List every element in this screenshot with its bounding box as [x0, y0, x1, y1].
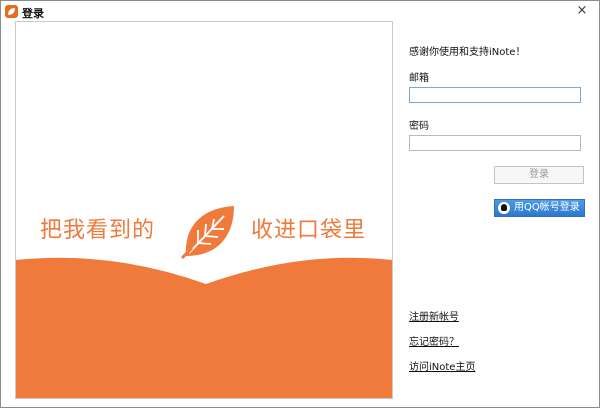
qq-login-button[interactable]: 用QQ帐号登录 — [494, 199, 585, 217]
slogan-right: 收进口袋里 — [251, 218, 367, 243]
qq-login-label: 用QQ帐号登录 — [514, 202, 580, 213]
app-logo-icon — [5, 5, 18, 18]
qq-penguin-icon — [498, 202, 510, 214]
password-label: 密码 — [409, 121, 429, 132]
login-button[interactable]: 登录 — [494, 166, 584, 184]
slogan-left: 把我看到的 — [40, 218, 156, 243]
register-link[interactable]: 注册新帐号 — [409, 308, 459, 323]
password-field[interactable] — [409, 135, 581, 151]
forgot-password-link[interactable]: 忘记密码？ — [409, 333, 459, 348]
leaf-icon — [180, 206, 234, 260]
visit-homepage-link[interactable]: 访问iNote主页 — [409, 358, 475, 373]
email-field[interactable] — [409, 87, 581, 103]
login-panel: 感谢你使用和支持iNote！ 邮箱 密码 登录 用QQ帐号登录 注册新帐号 忘记… — [409, 1, 589, 407]
email-label: 邮箱 — [409, 73, 429, 84]
login-window: 登录 × 把我看到的 收进口袋里 感谢你使用和支持iNote！ 邮箱 密码 登录… — [0, 0, 600, 408]
thanks-text: 感谢你使用和支持iNote！ — [409, 47, 526, 58]
promo-banner: 把我看到的 收进口袋里 — [15, 21, 393, 399]
window-title: 登录 — [22, 7, 44, 20]
